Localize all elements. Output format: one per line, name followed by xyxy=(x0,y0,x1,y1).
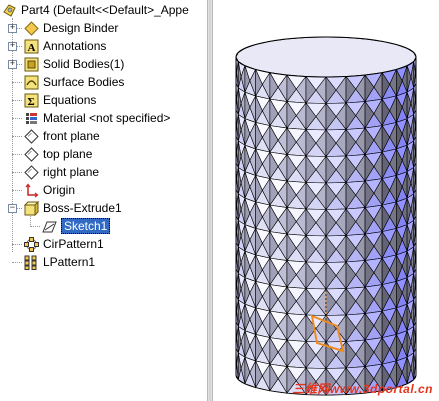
tree-item-label: top plane xyxy=(43,147,93,161)
tree-item-lpattern1[interactable]: LPattern1 xyxy=(24,253,95,271)
tree-item-front-plane[interactable]: front plane xyxy=(24,127,100,145)
tree-connector xyxy=(12,154,22,155)
tree-item-solid-bodies[interactable]: Solid Bodies(1) xyxy=(24,55,124,73)
watermark-text: 三维网www.3dportal.cn xyxy=(292,382,433,396)
boss-extrude-icon xyxy=(23,200,40,216)
tree-connector xyxy=(12,190,22,191)
svg-text:Σ: Σ xyxy=(28,96,35,108)
tree-item-equations[interactable]: Σ Equations xyxy=(24,91,96,109)
linear-pattern-icon xyxy=(24,255,39,270)
tree-item-top-plane[interactable]: top plane xyxy=(24,145,92,163)
tree-connector xyxy=(12,244,22,245)
plane-icon xyxy=(24,128,39,144)
facet-grid xyxy=(235,56,417,396)
tree-item-material[interactable]: Material <not specified> xyxy=(24,109,170,127)
svg-text:A: A xyxy=(28,42,36,54)
expand-toggle[interactable]: + xyxy=(8,60,17,69)
tree-connector xyxy=(12,172,22,173)
expand-toggle[interactable]: + xyxy=(8,24,17,33)
tree-item-origin[interactable]: Origin xyxy=(24,181,75,199)
tree-item-label: Design Binder xyxy=(43,21,119,35)
tree-connector xyxy=(12,100,22,101)
collapse-toggle[interactable]: − xyxy=(8,204,17,213)
design-binder-icon xyxy=(24,20,39,36)
feature-manager-tree: Part4 (Default<<Default>_Appe + Design B… xyxy=(0,0,207,401)
expand-toggle[interactable]: + xyxy=(8,42,17,51)
graphics-viewport[interactable]: 三维网www.3dportal.cn xyxy=(213,0,439,401)
tree-item-label: Solid Bodies(1) xyxy=(43,57,125,71)
tree-item-design-binder[interactable]: Design Binder xyxy=(24,19,118,37)
tree-item-label: Sketch1 xyxy=(61,218,111,234)
tree-item-label: right plane xyxy=(43,165,100,179)
circular-pattern-icon xyxy=(24,236,39,252)
tree-connector xyxy=(12,136,22,137)
tree-item-label: CirPattern1 xyxy=(43,237,104,251)
tree-connector xyxy=(12,82,22,83)
tree-item-label: Annotations xyxy=(43,39,107,53)
tree-connector xyxy=(12,262,22,263)
tree-item-label: Equations xyxy=(43,93,97,107)
plane-icon xyxy=(24,146,39,162)
tree-item-right-plane[interactable]: right plane xyxy=(24,163,99,181)
tree-item-label: front plane xyxy=(43,129,100,143)
tree-item-annotations[interactable]: A Annotations xyxy=(24,37,106,55)
material-icon xyxy=(24,111,39,126)
faceted-cylinder-model[interactable] xyxy=(213,0,439,401)
tree-root-label: Part4 (Default<<Default>_Appe xyxy=(21,3,189,17)
tree-connector xyxy=(30,226,40,227)
tree-item-sketch1[interactable]: Sketch1 xyxy=(42,217,111,235)
solid-bodies-icon xyxy=(24,57,39,72)
tree-item-label: LPattern1 xyxy=(43,255,96,269)
tree-item-cirpattern1[interactable]: CirPattern1 xyxy=(24,235,104,253)
tree-item-label: Origin xyxy=(43,183,76,197)
tree-root-part4[interactable]: Part4 (Default<<Default>_Appe xyxy=(2,1,189,19)
tree-connector xyxy=(12,18,13,252)
tree-item-boss-extrude1[interactable]: Boss-Extrude1 xyxy=(23,199,122,217)
sketch-icon xyxy=(42,219,57,234)
tree-item-surface-bodies[interactable]: Surface Bodies xyxy=(24,73,124,91)
tree-item-label: Boss-Extrude1 xyxy=(43,201,122,215)
tree-item-label: Surface Bodies xyxy=(43,75,125,89)
origin-icon xyxy=(24,183,39,198)
surface-bodies-icon xyxy=(24,75,39,90)
part-icon xyxy=(2,3,17,18)
equations-icon: Σ xyxy=(24,93,39,108)
tree-connector xyxy=(12,118,22,119)
plane-icon xyxy=(24,164,39,180)
annotations-icon: A xyxy=(24,39,39,54)
tree-item-label: Material <not specified> xyxy=(43,111,171,125)
